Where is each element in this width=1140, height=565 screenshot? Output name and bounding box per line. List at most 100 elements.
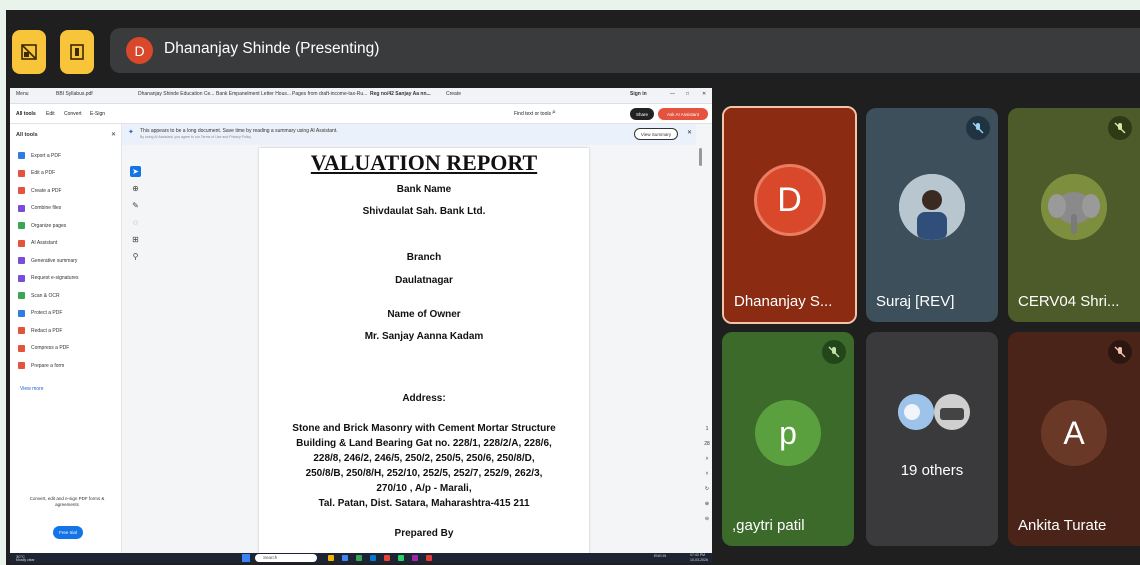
minimize-icon[interactable]: — — [670, 91, 675, 97]
participant-tile-others[interactable]: 19 others — [866, 332, 998, 546]
text-select-icon[interactable]: ⊞ — [130, 234, 141, 245]
tool-icon — [18, 344, 25, 352]
tool-label: Generative summary — [31, 257, 78, 264]
address-line: Building & Land Bearing Gat no. 228/1, 2… — [296, 438, 552, 449]
rotate-icon[interactable]: ↻ — [702, 482, 712, 497]
tool-label: Request e-signatures — [31, 275, 79, 281]
owner-name: Mr. Sanjay Aanna Kadam — [364, 331, 484, 342]
participant-tile-suraj[interactable]: Suraj [REV] — [866, 108, 998, 322]
whatsapp-icon[interactable] — [398, 555, 404, 561]
page-down-icon[interactable]: ˅ — [702, 467, 712, 482]
view-more-link[interactable]: View more — [20, 386, 44, 392]
tool-item[interactable]: Compress a PDF — [18, 344, 70, 352]
participant-avatar: A — [1041, 400, 1107, 466]
annotation-toolbar: ➤ ⊕ ✎ ◌ ⊞ ⚲ — [130, 166, 144, 281]
tools-panel: All tools ✕ Export a PDF Edit a PDF Create… — [10, 124, 122, 553]
maximize-icon[interactable]: □ — [686, 91, 689, 97]
tab-income-tax[interactable]: Pages from draft-income-tax-Ru... — [292, 91, 367, 97]
pin-button[interactable] — [60, 30, 94, 74]
mic-off-icon — [822, 340, 846, 364]
browser-tab-bar: Menu BBI Syllabus.pdf Dhananjay Shinde E… — [10, 88, 712, 104]
mic-off-icon — [1108, 340, 1132, 364]
tool-icon — [18, 187, 25, 194]
menu-edit[interactable]: Edit — [46, 111, 55, 117]
sign-in-link[interactable]: Sign in — [630, 91, 647, 97]
menu-esign[interactable]: E-Sign — [90, 111, 105, 117]
tab-bbi-syllabus[interactable]: BBI Syllabus.pdf — [56, 91, 93, 97]
presenter-bar: D Dhananjay Shinde (Presenting) — [110, 28, 1140, 73]
share-button[interactable]: Share — [630, 108, 654, 120]
address-line: 228/8, 246/2, 246/5, 250/2, 250/5, 250/6… — [313, 453, 535, 464]
tool-item[interactable]: Create a PDF — [18, 187, 62, 194]
edge-icon[interactable] — [370, 555, 376, 561]
close-icon[interactable]: ✕ — [702, 91, 706, 97]
clock-date[interactable]: 10-03-2026 — [690, 558, 708, 562]
acrobat-toolbar: All tools Edit Convert E-Sign Find text … — [10, 104, 712, 124]
zoom-out-icon[interactable]: ⊖ — [702, 512, 712, 527]
address-line: Tal. Patan, Dist. Satara, Maharashtra-41… — [318, 498, 530, 509]
file-explorer-icon[interactable] — [328, 555, 334, 561]
app-icon[interactable] — [412, 555, 418, 561]
participant-tile-gaytri[interactable]: p ,gaytri patil — [722, 332, 854, 546]
tool-item[interactable]: AI Assistant — [18, 239, 57, 247]
tab-create[interactable]: Create — [446, 91, 461, 97]
participant-tile-ankita[interactable]: A Ankita Turate — [1008, 332, 1140, 546]
tool-item[interactable]: Prepare a form — [18, 362, 64, 369]
tool-label: Organize pages — [31, 222, 67, 229]
tool-item[interactable]: Edit a PDF — [18, 169, 55, 177]
stamp-icon[interactable]: ⚲ — [130, 251, 141, 262]
acrobat-icon[interactable] — [426, 555, 432, 561]
tab-empanelment[interactable]: Bank Empanelment Letter Hous... — [216, 91, 291, 97]
browser-icon[interactable] — [342, 555, 348, 561]
address-line: Stone and Brick Masonry with Cement Mort… — [292, 423, 556, 434]
others-count: 19 others — [900, 462, 964, 479]
tool-item[interactable]: Scan & OCR — [18, 292, 60, 299]
banner-subtext: By using AI Assistant, you agree to our … — [140, 135, 252, 139]
layout-button[interactable] — [12, 30, 46, 74]
zoom-in-icon[interactable]: ⊕ — [702, 497, 712, 512]
tool-icon — [18, 292, 25, 299]
current-page[interactable]: 1 — [702, 422, 712, 437]
ai-assistant-button[interactable]: Ask AI Assistant — [658, 108, 708, 120]
doc-title: VALUATION REPORT — [310, 150, 538, 175]
menu-convert[interactable]: Convert — [64, 111, 82, 117]
cursor-icon[interactable]: ➤ — [130, 166, 141, 177]
tool-icon — [18, 362, 25, 369]
clock-time[interactable]: 07:43 PM — [690, 553, 705, 557]
tab-reg-sanjay[interactable]: Reg no/42 Sanjay Aa nn... — [370, 91, 431, 97]
find-text-field[interactable]: Find text or tools — [514, 111, 551, 117]
tool-item[interactable]: Organize pages — [18, 222, 66, 229]
address-label: Address: — [402, 393, 446, 404]
tool-item[interactable]: Generative summary — [18, 257, 77, 264]
tool-item[interactable]: Protect a PDF — [18, 309, 62, 317]
menu-all-tools[interactable]: All tools — [16, 111, 36, 117]
tool-item[interactable]: Redact a PDF — [18, 327, 62, 334]
address-line: 270/10 , A/p - Marali, — [376, 483, 472, 494]
tool-item[interactable]: Request e-signatures — [18, 274, 79, 282]
tab-menu[interactable]: Menu — [16, 91, 29, 97]
banner-close-icon[interactable]: ✕ — [687, 129, 692, 136]
address-block: Stone and Brick Masonry with Cement Mort… — [259, 421, 589, 511]
presenter-avatar: D — [126, 37, 153, 64]
branch-label: Branch — [406, 252, 442, 263]
taskbar-search[interactable]: Search — [255, 554, 317, 562]
windows-start-icon[interactable] — [242, 554, 250, 562]
tool-item[interactable]: Export a PDF — [18, 152, 61, 159]
search-icon[interactable]: ⌕ — [552, 109, 556, 117]
participant-tile-cerv04[interactable]: CERV04 Shri... — [1008, 108, 1140, 322]
page-up-icon[interactable]: ˄ — [702, 452, 712, 467]
chrome-icon[interactable] — [356, 555, 362, 561]
app-icon[interactable] — [384, 555, 390, 561]
zoom-icon[interactable]: ⊕ — [130, 183, 141, 194]
tool-item[interactable]: Combine files — [18, 204, 61, 212]
view-summary-button[interactable]: View Summary — [634, 128, 678, 140]
panel-close-icon[interactable]: ✕ — [111, 131, 116, 138]
participant-tile-dhananjay[interactable]: D Dhananjay S... — [722, 106, 857, 324]
language-indicator[interactable]: ENG IN — [654, 554, 666, 558]
scrollbar-thumb[interactable] — [699, 148, 702, 166]
free-trial-button[interactable]: Free trial — [53, 526, 83, 539]
lasso-icon[interactable]: ◌ — [130, 217, 141, 228]
tab-education[interactable]: Dhananjay Shinde Education Ce... — [138, 91, 214, 97]
pen-icon[interactable]: ✎ — [130, 200, 141, 211]
tool-label: Compress a PDF — [31, 345, 70, 351]
